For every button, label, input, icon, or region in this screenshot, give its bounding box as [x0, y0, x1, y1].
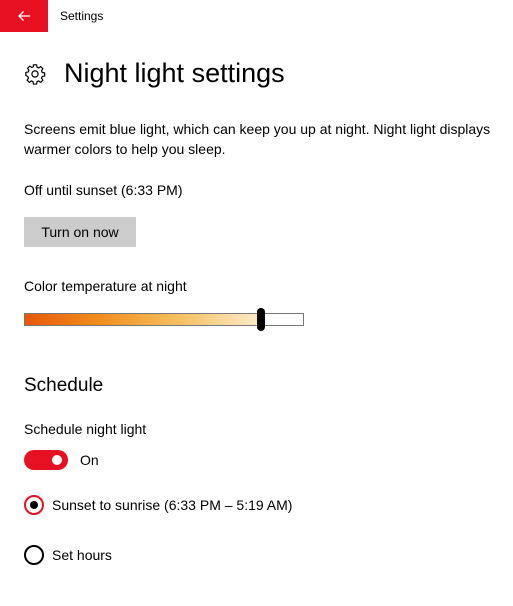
slider-track-empty — [261, 314, 303, 325]
title-bar: Settings — [0, 0, 513, 32]
color-temperature-slider[interactable] — [24, 308, 304, 331]
schedule-toggle-row: On — [24, 450, 99, 470]
radio-dot — [30, 501, 38, 509]
turn-on-now-button[interactable]: Turn on now — [24, 217, 136, 247]
night-light-status: Off until sunset (6:33 PM) — [24, 182, 183, 198]
back-button[interactable] — [0, 0, 48, 32]
toggle-knob — [52, 455, 62, 465]
page-title: Night light settings — [64, 58, 285, 88]
radio-label: Set hours — [52, 547, 112, 563]
description-text: Screens emit blue light, which can keep … — [24, 121, 491, 157]
radio-button-selected[interactable] — [24, 495, 44, 515]
app-title: Settings — [60, 9, 104, 23]
back-arrow-icon — [18, 11, 30, 21]
schedule-heading: Schedule — [24, 375, 104, 396]
gear-icon — [25, 63, 46, 85]
radio-label: Sunset to sunrise (6:33 PM – 5:19 AM) — [52, 497, 293, 513]
schedule-toggle[interactable] — [24, 450, 68, 470]
radio-set-hours[interactable]: Set hours — [24, 545, 112, 565]
page-header: Night light settings — [24, 58, 285, 89]
color-temperature-label: Color temperature at night — [24, 278, 187, 294]
radio-button[interactable] — [24, 545, 44, 565]
schedule-night-light-label: Schedule night light — [24, 421, 147, 437]
radio-sunset-to-sunrise[interactable]: Sunset to sunrise (6:33 PM – 5:19 AM) — [24, 495, 292, 515]
slider-thumb[interactable] — [257, 308, 266, 331]
toggle-state-label: On — [80, 452, 99, 468]
